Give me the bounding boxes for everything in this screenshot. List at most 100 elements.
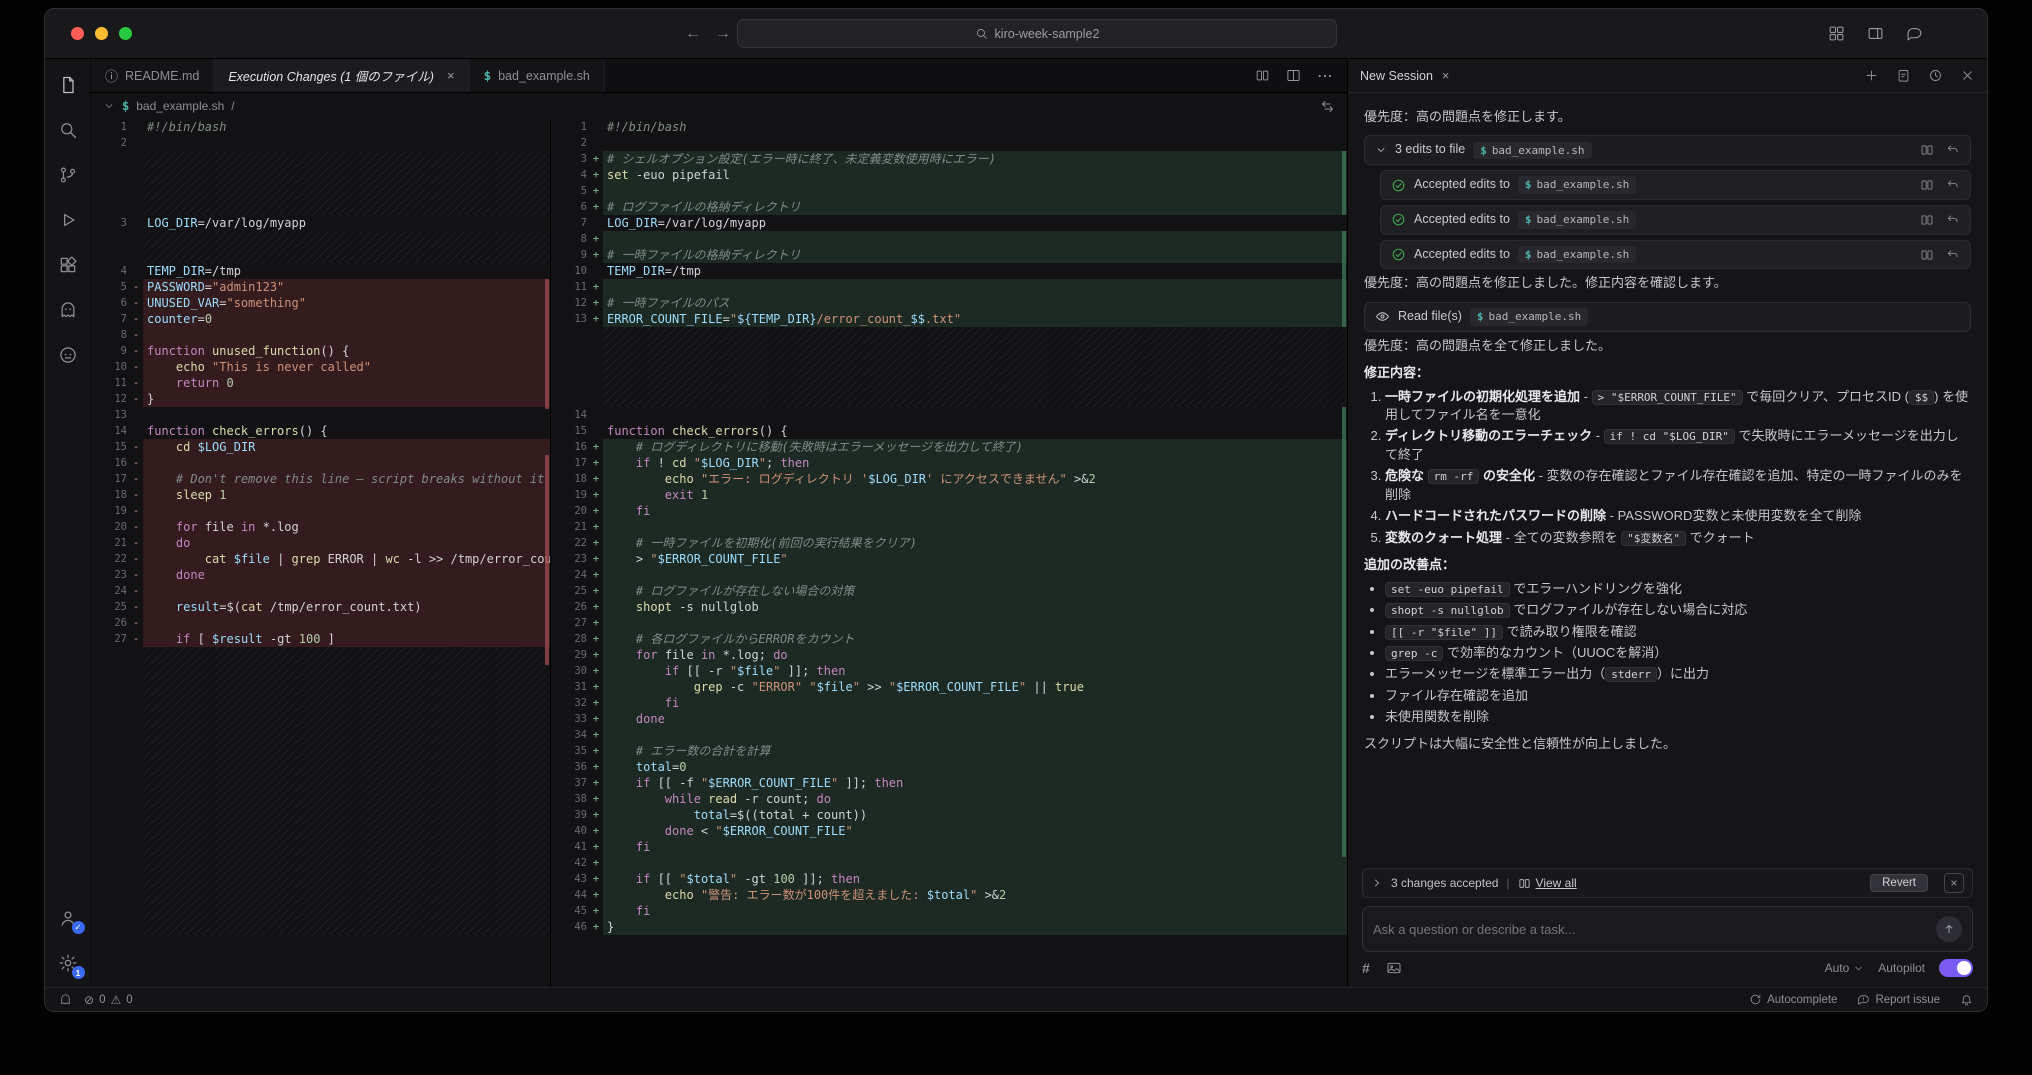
view-all-link[interactable]: View all — [1518, 876, 1577, 890]
diff-line[interactable]: 24- — [91, 583, 550, 599]
file-chip[interactable]: $bad_example.sh — [1473, 142, 1591, 160]
diff-line[interactable]: 30+ if [[ -r "$file" ]]; then — [551, 663, 1347, 679]
diff-line[interactable]: 21+ — [551, 519, 1347, 535]
nav-back-icon[interactable]: ← — [685, 25, 701, 43]
diff-line[interactable]: 10- echo "This is never called" — [91, 359, 550, 375]
edits-group-header[interactable]: 3 edits to file $bad_example.sh — [1364, 135, 1971, 165]
diff-line[interactable]: 22- cat $file | grep ERROR | wc -l >> /t… — [91, 551, 550, 567]
undo-icon[interactable] — [1946, 143, 1960, 157]
diff-line[interactable]: 19+ exit 1 — [551, 487, 1347, 503]
run-debug-icon[interactable] — [56, 208, 80, 232]
mode-dropdown[interactable]: Auto — [1825, 961, 1865, 975]
kiro-ghost-icon[interactable] — [56, 298, 80, 322]
accepted-edit-row[interactable]: Accepted edits to $bad_example.sh — [1380, 205, 1971, 235]
close-session-icon[interactable]: × — [1442, 69, 1449, 83]
diff-line[interactable]: 1#!/bin/bash — [91, 119, 550, 135]
diff-line[interactable]: 21- do — [91, 535, 550, 551]
notifications-bell-icon[interactable] — [1960, 993, 1973, 1006]
diff-line[interactable]: 4+set -euo pipefail — [551, 167, 1347, 183]
diff-line[interactable]: 16- — [91, 455, 550, 471]
diff-line[interactable]: 36+ total=0 — [551, 759, 1347, 775]
command-center-search[interactable]: kiro-week-sample2 — [737, 19, 1337, 48]
diff-line[interactable]: 1#!/bin/bash — [551, 119, 1347, 135]
close-panel-icon[interactable] — [1960, 68, 1975, 83]
nav-forward-icon[interactable]: → — [715, 25, 731, 43]
diff-line[interactable]: 27- if [ $result -gt 100 ] — [91, 631, 550, 647]
extensions-icon[interactable] — [56, 253, 80, 277]
context-hash-button[interactable]: # — [1362, 960, 1370, 976]
history-icon[interactable] — [1928, 68, 1943, 83]
account-icon[interactable]: ✓ — [56, 906, 80, 930]
diff-line[interactable]: 20- for file in *.log — [91, 519, 550, 535]
overview-ruler-left[interactable] — [543, 119, 550, 987]
diff-line[interactable]: 14function check_errors() { — [91, 423, 550, 439]
diff-line[interactable]: 34+ — [551, 727, 1347, 743]
diff-line[interactable]: 3+# シェルオプション設定(エラー時に終了、未定義変数使用時にエラー) — [551, 151, 1347, 167]
diff-line[interactable]: 4TEMP_DIR=/tmp — [91, 263, 550, 279]
swap-diff-sides-icon[interactable] — [1320, 99, 1335, 114]
diff-line[interactable]: 17- # Don't remove this line — script br… — [91, 471, 550, 487]
diff-line[interactable]: 23+ > "$ERROR_COUNT_FILE" — [551, 551, 1347, 567]
diff-line[interactable]: 14 — [551, 407, 1347, 423]
diff-line[interactable]: 39+ total=$((total + count)) — [551, 807, 1347, 823]
overview-ruler-right[interactable] — [1340, 119, 1347, 987]
diff-line[interactable]: 6-UNUSED_VAR="something" — [91, 295, 550, 311]
explorer-icon[interactable] — [56, 73, 80, 97]
diff-line[interactable]: 20+ fi — [551, 503, 1347, 519]
zoom-window-button[interactable] — [119, 27, 132, 40]
tab-execution-changes[interactable]: Execution Changes (1 個のファイル) × — [214, 59, 469, 92]
diff-line[interactable]: 3LOG_DIR=/var/log/myapp — [91, 215, 550, 231]
open-diff-icon[interactable] — [1920, 143, 1934, 157]
diff-line[interactable]: 25+ # ログファイルが存在しない場合の対策 — [551, 583, 1347, 599]
diff-line[interactable]: 40+ done < "$ERROR_COUNT_FILE" — [551, 823, 1347, 839]
diff-line[interactable]: 18- sleep 1 — [91, 487, 550, 503]
tab-bad-example[interactable]: $ bad_example.sh — [470, 59, 605, 92]
new-session-icon[interactable] — [1864, 68, 1879, 83]
diff-line[interactable]: 31+ grep -c "ERROR" "$file" >> "$ERROR_C… — [551, 679, 1347, 695]
split-editor-icon[interactable] — [1286, 68, 1301, 83]
open-diff-icon[interactable] — [1920, 213, 1934, 227]
dismiss-changes-icon[interactable]: × — [1944, 873, 1964, 893]
diff-line[interactable]: 15- cd $LOG_DIR — [91, 439, 550, 455]
breadcrumb[interactable]: $ bad_example.sh / — [91, 93, 1347, 119]
kiro-status-icon[interactable] — [59, 993, 72, 1006]
accepted-edit-row[interactable]: Accepted edits to $bad_example.sh — [1380, 170, 1971, 200]
diff-line[interactable]: 9+# 一時ファイルの格納ディレクトリ — [551, 247, 1347, 263]
diff-line[interactable]: 2 — [91, 135, 550, 151]
minimize-window-button[interactable] — [95, 27, 108, 40]
chevron-right-icon[interactable] — [1371, 877, 1383, 889]
diff-line[interactable]: 23- done — [91, 567, 550, 583]
source-control-icon[interactable] — [56, 163, 80, 187]
diff-line[interactable]: 33+ done — [551, 711, 1347, 727]
diff-line[interactable]: 7LOG_DIR=/var/log/myapp — [551, 215, 1347, 231]
diff-line[interactable]: 32+ fi — [551, 695, 1347, 711]
diff-line[interactable]: 44+ echo "警告: エラー数が100件を超えました: $total" >… — [551, 887, 1347, 903]
diff-line[interactable]: 26+ shopt -s nullglob — [551, 599, 1347, 615]
diff-line[interactable]: 37+ if [[ -f "$ERROR_COUNT_FILE" ]]; the… — [551, 775, 1347, 791]
autopilot-toggle[interactable] — [1939, 959, 1973, 977]
diff-line[interactable]: 38+ while read -r count; do — [551, 791, 1347, 807]
send-button[interactable] — [1936, 916, 1962, 942]
chat-input[interactable] — [1373, 922, 1926, 937]
diff-line[interactable]: 35+ # エラー数の合計を計算 — [551, 743, 1347, 759]
agent-hub-icon[interactable] — [56, 343, 80, 367]
diff-line[interactable]: 29+ for file in *.log; do — [551, 647, 1347, 663]
open-diff-icon[interactable] — [1920, 178, 1934, 192]
diff-line[interactable]: 9-function unused_function() { — [91, 343, 550, 359]
read-files-row[interactable]: Read file(s) $bad_example.sh — [1364, 302, 1971, 332]
open-diff-icon[interactable] — [1920, 248, 1934, 262]
settings-gear-icon[interactable]: 1 — [56, 951, 80, 975]
autocomplete-status[interactable]: Autocomplete — [1749, 993, 1837, 1006]
diff-line[interactable]: 42+ — [551, 855, 1347, 871]
task-list-icon[interactable] — [1896, 68, 1911, 83]
diff-line[interactable]: 43+ if [[ "$total" -gt 100 ]]; then — [551, 871, 1347, 887]
diff-line[interactable]: 41+ fi — [551, 839, 1347, 855]
file-chip[interactable]: $bad_example.sh — [1518, 246, 1636, 264]
chat-bubble-icon[interactable] — [1906, 25, 1923, 42]
diff-line[interactable]: 11- return 0 — [91, 375, 550, 391]
diff-line[interactable]: 16+ # ログディレクトリに移動(失敗時はエラーメッセージを出力して終了) — [551, 439, 1347, 455]
diff-line[interactable]: 12+# 一時ファイルのパス — [551, 295, 1347, 311]
file-chip[interactable]: $bad_example.sh — [1518, 176, 1636, 194]
diff-line[interactable]: 17+ if ! cd "$LOG_DIR"; then — [551, 455, 1347, 471]
diff-line[interactable]: 8+ — [551, 231, 1347, 247]
